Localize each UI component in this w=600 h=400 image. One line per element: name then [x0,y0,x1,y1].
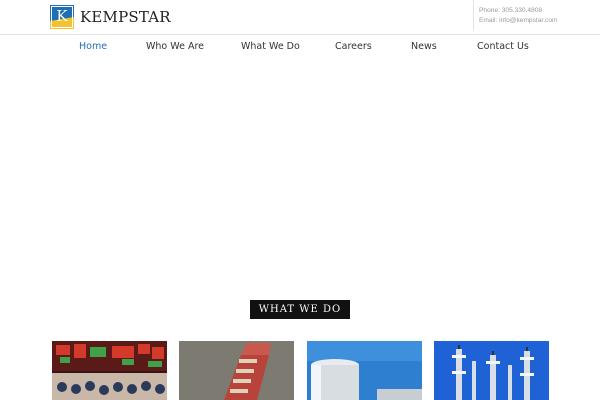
hero-area [0,58,600,294]
trading-floor-image[interactable] [52,341,167,400]
nav-item-news[interactable]: News [411,41,437,52]
email-text[interactable]: Email: info@kempstar.com [479,16,558,26]
nav-item-home[interactable]: Home [79,41,107,52]
phone-text: Phone: 305.330.4808 [479,7,543,14]
brand-name: KEMPSTAR [80,8,171,26]
nav-item-what-we-do[interactable]: What We Do [241,41,300,52]
logo-k-icon: K [50,5,74,29]
storage-tank-image[interactable] [307,341,422,400]
contact-info: Phone: 305.330.4808 Email: info@kempstar… [473,0,558,30]
section-title: WHAT WE DO [250,300,350,319]
site-logo[interactable]: K KEMPSTAR [50,5,171,29]
barge-image[interactable] [179,341,294,400]
refinery-image[interactable] [434,341,549,400]
nav-item-who-we-are[interactable]: Who We Are [146,41,204,52]
main-nav: Home Who We Are What We Do Careers News … [0,36,600,58]
nav-item-contact-us[interactable]: Contact Us [477,41,529,52]
nav-item-careers[interactable]: Careers [335,41,372,52]
logo-letter: K [56,7,68,25]
site-header: K KEMPSTAR Phone: 305.330.4808 Email: in… [0,0,600,35]
